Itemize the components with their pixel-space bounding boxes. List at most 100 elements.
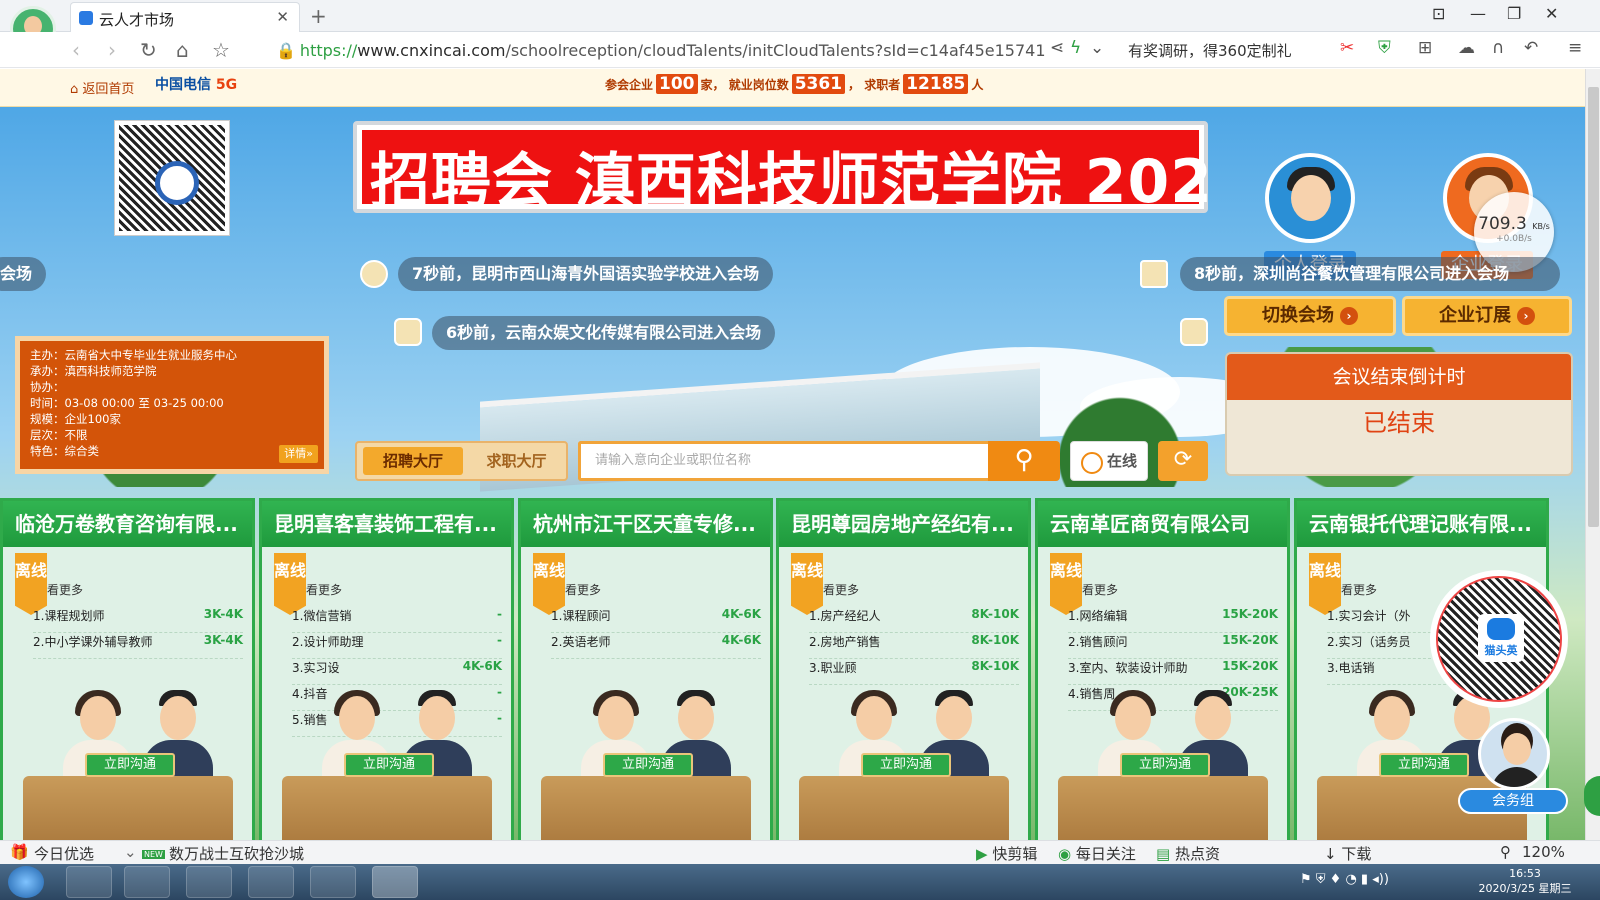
dropdown-icon[interactable]: ⌄ [1090, 38, 1104, 58]
shield-icon[interactable]: ⛨ [1378, 38, 1391, 58]
qr-code-floating[interactable]: 猫头英 [1436, 576, 1562, 702]
job-item[interactable]: 2.中小学课外辅导教师 3K-4K [33, 633, 243, 659]
clock-date: 2020/3/25 星期三 [1478, 882, 1572, 895]
switch-venue-button[interactable]: 切换会场 › [1224, 296, 1396, 336]
search-input[interactable]: 请输入意向企业或职位名称 [578, 441, 990, 481]
job-item[interactable]: 2.设计师助理 - [292, 633, 502, 659]
back-icon[interactable]: ‹ [72, 38, 80, 62]
info-time: 时间：03-08 00:00 至 03-25 00:00 [30, 396, 224, 410]
view-more-link[interactable]: 看更多 [306, 581, 342, 598]
booth-company-name[interactable]: 云南银托代理记账有限... [1297, 501, 1546, 547]
subscribe-expo-button[interactable]: 企业订展 › [1402, 296, 1572, 336]
booth-company-name[interactable]: 杭州市江干区天童专修... [521, 501, 770, 547]
job-item[interactable]: 1.课程顾问 4K-6K [551, 607, 761, 633]
apps-grid-icon[interactable]: ⊞ [1418, 38, 1432, 58]
job-item[interactable]: 3.实习设 4K-6K [292, 659, 502, 685]
headset-icon[interactable]: ∩ [1492, 38, 1504, 58]
new-tab-icon[interactable]: + [310, 4, 327, 28]
recruit-hall-tab[interactable]: 招聘大厅 [363, 447, 463, 475]
undo-icon[interactable]: ↶ [1524, 38, 1538, 58]
pin-icon[interactable]: ⊡ [1432, 4, 1445, 23]
taskbar-app-icon[interactable] [124, 866, 170, 898]
chevron-down-icon[interactable]: ⌄ [124, 843, 137, 861]
jobseek-hall-tab[interactable]: 求职大厅 [469, 447, 564, 475]
job-item[interactable]: 3.职业顾 8K-10K [809, 659, 1019, 685]
search-button[interactable]: ⚲ [988, 441, 1060, 481]
chat-now-button[interactable]: 立即沟通 [1120, 753, 1210, 777]
share-icon[interactable]: ⋖ [1050, 38, 1064, 58]
taskbar-app-icon[interactable] [66, 866, 112, 898]
booth-card[interactable]: 昆明喜客喜装饰工程有... 离线 看更多 1.微信营销 - 2.设计师助理 - 3.实习设 4K… [259, 498, 514, 840]
back-home-link[interactable]: ⌂ 返回首页 [70, 78, 134, 97]
view-more-link[interactable]: 看更多 [565, 581, 601, 598]
close-window-icon[interactable]: ✕ [1545, 4, 1558, 23]
hot-news[interactable]: ▤ 热点资 [1156, 843, 1220, 864]
personal-login-avatar[interactable] [1265, 153, 1355, 243]
taskbar-app-icon[interactable] [248, 866, 294, 898]
survey-promo[interactable]: 有奖调研，得360定制礼 [1128, 40, 1292, 61]
cloud-icon[interactable]: ☁ [1458, 38, 1475, 58]
system-clock[interactable]: 16:53 2020/3/25 星期三 [1460, 866, 1590, 896]
detail-button[interactable]: 详情» [279, 445, 318, 463]
agent-avatar[interactable] [1478, 718, 1550, 790]
view-more-link[interactable]: 看更多 [823, 581, 859, 598]
view-more-link[interactable]: 看更多 [1341, 581, 1377, 598]
view-more-link[interactable]: 看更多 [1082, 581, 1118, 598]
back-home-label: 返回首页 [82, 82, 135, 97]
daily-watch[interactable]: ◉ 每日关注 [1058, 843, 1136, 864]
job-item[interactable]: 2.销售顾问 15K-20K [1068, 633, 1278, 659]
booth-company-name[interactable]: 云南革匠商贸有限公司 [1038, 501, 1287, 547]
booth-company-name[interactable]: 昆明喜客喜装饰工程有... [262, 501, 511, 547]
company-logo-icon [1180, 318, 1208, 346]
view-more-link[interactable]: 看更多 [47, 581, 83, 598]
home-icon[interactable]: ⌂ [176, 38, 189, 62]
scrollbar[interactable] [1585, 69, 1600, 840]
job-item[interactable]: 1.网络编辑 15K-20K [1068, 607, 1278, 633]
address-bar[interactable]: 🔒 https://www.cnxincai.com/schoolreceptio… [276, 38, 1051, 64]
booth-company-name[interactable]: 昆明尊园房地产经纪有... [779, 501, 1028, 547]
job-item[interactable]: 1.课程规划师 3K-4K [33, 607, 243, 633]
job-item[interactable]: 1.房产经纪人 8K-10K [809, 607, 1019, 633]
stats-mid1: 家， 就业岗位数 [700, 78, 789, 92]
download[interactable]: ↓ 下载 [1324, 843, 1371, 864]
minimize-icon[interactable]: — [1470, 4, 1486, 23]
scissors-icon[interactable]: ✂ [1340, 38, 1354, 58]
taskbar-app-icon[interactable] [186, 866, 232, 898]
today-picks[interactable]: 今日优选 [34, 843, 94, 864]
booth-desk [282, 776, 492, 840]
job-item[interactable]: 2.英语老师 4K-6K [551, 633, 761, 659]
start-button-icon[interactable] [8, 866, 44, 898]
flash-icon[interactable]: ϟ [1070, 38, 1081, 58]
chat-now-button[interactable]: 立即沟通 [1379, 753, 1469, 777]
forward-icon[interactable]: › [108, 38, 116, 62]
service-team-button[interactable]: 会务组 [1458, 788, 1568, 814]
chat-now-button[interactable]: 立即沟通 [861, 753, 951, 777]
menu-icon[interactable]: ≡ [1568, 38, 1582, 58]
booth-card[interactable]: 杭州市江干区天童专修... 离线 看更多 1.课程顾问 4K-6K 2.英语老师 4K-6K… [518, 498, 773, 840]
maximize-icon[interactable]: ❐ [1507, 4, 1521, 23]
reload-icon[interactable]: ↻ [140, 38, 157, 62]
word-app-icon[interactable] [310, 866, 356, 898]
refresh-button[interactable]: ⟳ [1158, 441, 1208, 481]
job-item[interactable]: 1.微信营销 - [292, 607, 502, 633]
booth-card[interactable]: 云南革匠商贸有限公司 离线 看更多 1.网络编辑 15K-20K 2.销售顾问 15K-20… [1035, 498, 1290, 840]
news-link[interactable]: NEW 数万战士互砍抢沙城 [142, 843, 304, 864]
zoom-level[interactable]: 120% [1522, 843, 1565, 861]
job-item[interactable]: 3.室内、软装设计师助 15K-20K [1068, 659, 1278, 685]
browser-tab[interactable]: 云人才市场 ✕ [70, 2, 300, 32]
booth-card[interactable]: 昆明尊园房地产经纪有... 离线 看更多 1.房产经纪人 8K-10K 2.房地产销售 8K… [776, 498, 1031, 840]
chat-now-button[interactable]: 立即沟通 [603, 753, 693, 777]
online-filter-toggle[interactable]: 在线 [1070, 441, 1148, 481]
bookmark-star-icon[interactable]: ☆ [212, 38, 230, 62]
chat-now-button[interactable]: 立即沟通 [344, 753, 434, 777]
booth-card[interactable]: 临沧万卷教育咨询有限... 离线 看更多 1.课程规划师 3K-4K 2.中小学课外辅导教… [0, 498, 255, 840]
quick-edit[interactable]: ▶ 快剪辑 [976, 843, 1037, 864]
booth-company-name[interactable]: 临沧万卷教育咨询有限... [3, 501, 252, 547]
job-salary: - [497, 685, 502, 699]
chat-now-button[interactable]: 立即沟通 [85, 753, 175, 777]
system-tray-icons[interactable]: ⚑ ⛨ ♦ ◔ ▮ ◂)) [1300, 872, 1389, 887]
scrollbar-thumb[interactable] [1588, 87, 1599, 527]
close-tab-icon[interactable]: ✕ [276, 8, 289, 26]
browser-app-icon[interactable] [372, 866, 418, 898]
job-item[interactable]: 2.房地产销售 8K-10K [809, 633, 1019, 659]
